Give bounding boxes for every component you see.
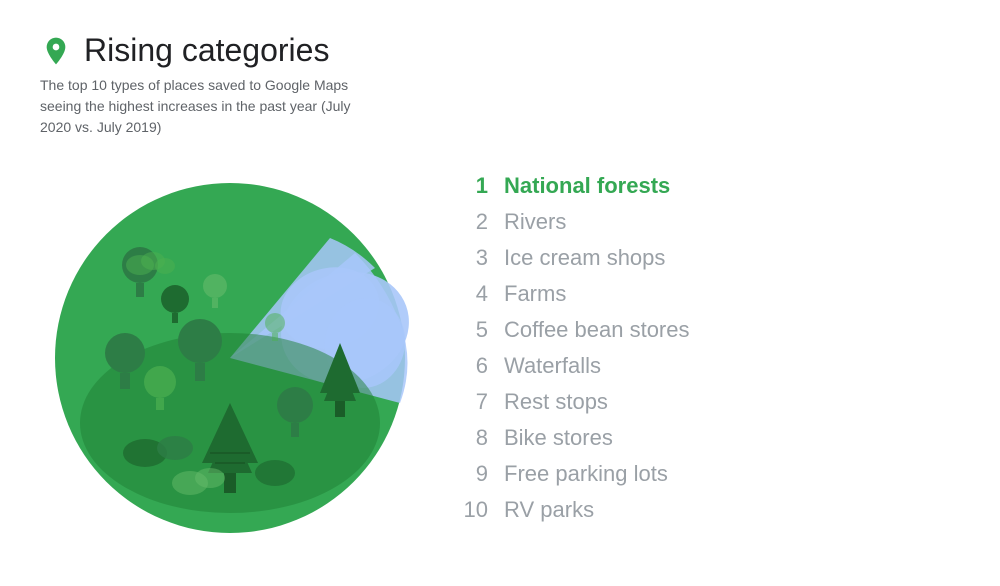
list-item: 8 Bike stores <box>460 425 960 451</box>
list-rank: 3 <box>460 245 488 271</box>
list-rank: 10 <box>460 497 488 523</box>
list-rank: 9 <box>460 461 488 487</box>
list-item: 5 Coffee bean stores <box>460 317 960 343</box>
list-label: Waterfalls <box>504 353 601 379</box>
list-label: RV parks <box>504 497 594 523</box>
chart-area <box>40 148 420 548</box>
main-content: 1 National forests 2 Rivers 3 Ice cream shops… <box>40 148 960 548</box>
list-rank: 1 <box>460 173 488 199</box>
list-label: Rivers <box>504 209 566 235</box>
list-label: Free parking lots <box>504 461 668 487</box>
pin-icon <box>40 35 72 67</box>
list-label: Ice cream shops <box>504 245 665 271</box>
list-label: National forests <box>504 173 670 199</box>
list-rank: 8 <box>460 425 488 451</box>
ranking-list: 1 National forests 2 Rivers 3 Ice cream shops… <box>460 173 960 523</box>
list-rank: 7 <box>460 389 488 415</box>
list-label: Coffee bean stores <box>504 317 690 343</box>
page-subtitle: The top 10 types of places saved to Goog… <box>40 75 380 138</box>
list-item: 1 National forests <box>460 173 960 199</box>
list-rank: 4 <box>460 281 488 307</box>
list-item: 10 RV parks <box>460 497 960 523</box>
list-rank: 6 <box>460 353 488 379</box>
list-label: Rest stops <box>504 389 608 415</box>
list-rank: 5 <box>460 317 488 343</box>
page-header: Rising categories <box>40 32 960 69</box>
list-item: 3 Ice cream shops <box>460 245 960 271</box>
page-title: Rising categories <box>84 32 329 69</box>
list-label: Farms <box>504 281 566 307</box>
list-item: 4 Farms <box>460 281 960 307</box>
list-label: Bike stores <box>504 425 613 451</box>
list-item: 6 Waterfalls <box>460 353 960 379</box>
list-item: 7 Rest stops <box>460 389 960 415</box>
chart-svg <box>45 153 415 543</box>
list-item: 2 Rivers <box>460 209 960 235</box>
list-rank: 2 <box>460 209 488 235</box>
list-item: 9 Free parking lots <box>460 461 960 487</box>
